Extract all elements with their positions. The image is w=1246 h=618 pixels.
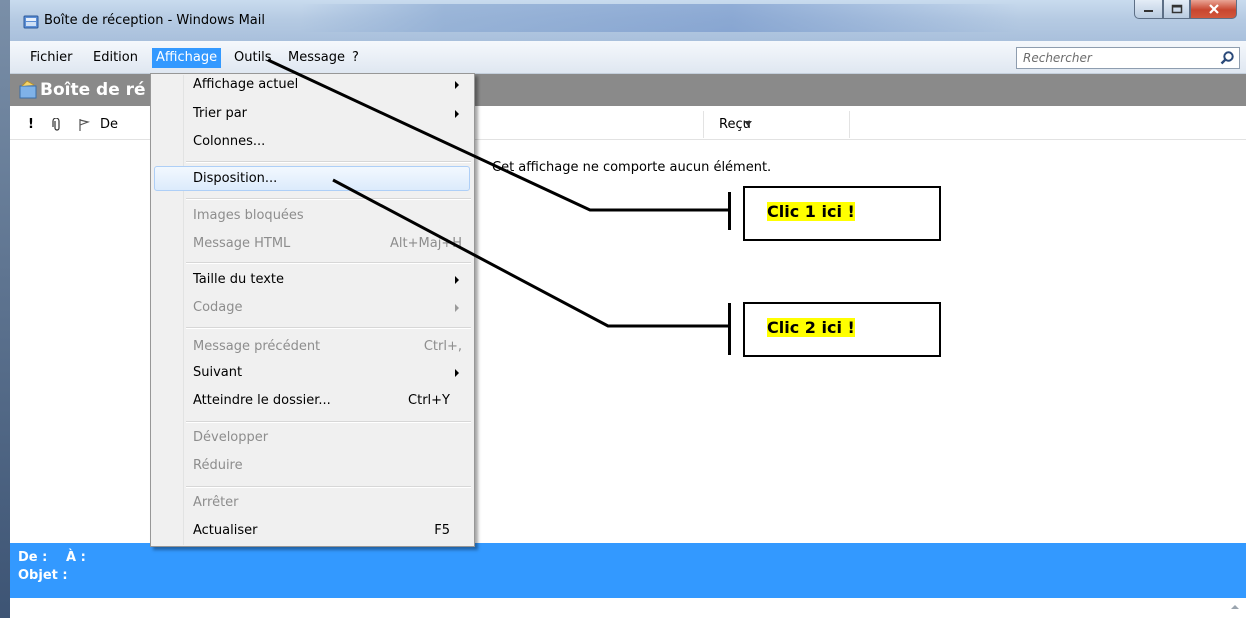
title-bar-glass (300, 4, 1020, 32)
menu-item-affichage-actuel[interactable]: Affichage actuel (193, 74, 298, 96)
search-input[interactable] (1017, 48, 1219, 68)
preview-subject-label: Objet : (18, 568, 68, 583)
submenu-arrow-icon (455, 276, 459, 284)
menu-message[interactable]: Message (284, 48, 349, 68)
submenu-arrow-icon (455, 81, 459, 89)
menu-item-reduire: Réduire (193, 458, 243, 473)
shortcut-message-html: Alt+Maj+H (390, 236, 462, 251)
close-button[interactable] (1190, 0, 1237, 19)
attachment-icon[interactable] (52, 115, 62, 135)
menu-separator (186, 421, 471, 423)
inbox-folder-icon (19, 80, 37, 99)
menu-edition[interactable]: Edition (89, 48, 142, 68)
minimize-icon (1143, 10, 1153, 12)
submenu-arrow-icon (455, 369, 459, 377)
column-separator[interactable] (703, 111, 704, 138)
menu-item-suivant[interactable]: Suivant (193, 362, 242, 384)
empty-list-message: Cet affichage ne comporte aucun élément. (492, 160, 772, 175)
column-importance[interactable]: ! (28, 115, 34, 135)
menu-item-atteindre-le-dossier[interactable]: Atteindre le dossier... (193, 390, 331, 412)
folder-title: Boîte de ré (40, 80, 146, 100)
menu-item-trier-par[interactable]: Trier par (193, 103, 247, 125)
callout-text-1: Clic 1 ici ! (767, 202, 855, 221)
menu-separator (186, 327, 471, 329)
menu-item-codage: Codage (193, 300, 243, 315)
menu-item-message-html: Message HTML (193, 236, 291, 251)
menu-item-disposition[interactable]: Disposition... (193, 168, 277, 190)
shortcut-actualiser: F5 (434, 523, 450, 538)
preview-header (10, 543, 1246, 598)
flag-icon[interactable] (78, 115, 91, 135)
sort-descending-icon (744, 121, 752, 126)
menu-item-developper: Développer (193, 430, 269, 445)
menu-separator (186, 262, 471, 264)
menu-separator (186, 161, 471, 163)
windows-mail-icon (23, 15, 39, 29)
maximize-icon (1171, 4, 1182, 14)
submenu-arrow-icon (455, 304, 459, 312)
menu-item-message-precedent: Message précédent (193, 339, 321, 354)
menu-help[interactable]: ? (348, 48, 363, 68)
menu-item-actualiser[interactable]: Actualiser (193, 520, 257, 542)
menu-outils[interactable]: Outils (230, 48, 276, 68)
search-box[interactable] (1016, 47, 1240, 69)
menu-fichier[interactable]: Fichier (26, 48, 77, 68)
menu-item-arreter: Arrêter (193, 495, 239, 510)
callout-text-2: Clic 2 ici ! (767, 318, 855, 337)
menu-item-colonnes[interactable]: Colonnes... (193, 131, 265, 153)
shortcut-atteindre-le-dossier: Ctrl+Y (408, 393, 450, 408)
menu-separator (186, 198, 471, 200)
window-left-border (0, 0, 10, 618)
search-icon[interactable] (1219, 50, 1235, 66)
window-title: Boîte de réception - Windows Mail (44, 13, 265, 28)
preview-from-label: De : (18, 550, 48, 565)
column-from[interactable]: De (100, 115, 118, 135)
menu-item-taille-du-texte[interactable]: Taille du texte (193, 269, 284, 291)
menu-gutter (183, 75, 184, 545)
close-icon (1208, 4, 1219, 14)
preview-to-label: À : (66, 550, 86, 565)
callout-bracket (728, 192, 731, 230)
scroll-up-arrow-icon[interactable] (1228, 600, 1242, 614)
minimize-button[interactable] (1134, 0, 1163, 19)
shortcut-message-precedent: Ctrl+, (423, 339, 462, 354)
menu-separator (186, 486, 471, 488)
column-separator[interactable] (849, 111, 850, 138)
submenu-arrow-icon (455, 110, 459, 118)
callout-bracket (728, 303, 731, 355)
menu-item-images-bloquees: Images bloquées (193, 208, 304, 223)
menu-affichage[interactable]: Affichage (152, 48, 222, 68)
maximize-button[interactable] (1163, 0, 1190, 19)
